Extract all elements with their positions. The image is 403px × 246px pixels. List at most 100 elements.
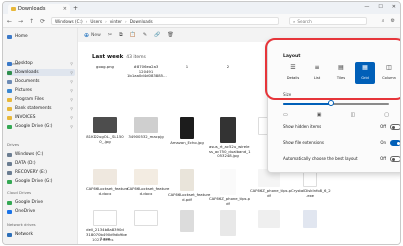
refresh-icon[interactable]: ⟳ [40,18,45,25]
file-item[interactable]: 1 [168,63,206,70]
group-header: Last week 43 items [92,54,146,60]
close-tab-icon[interactable]: × [63,6,67,12]
file-item[interactable]: CAF66Z_phone_tips.p df [209,169,250,206]
search-input[interactable]: ⌕ Search [289,17,367,25]
delete-icon[interactable]: 🗑 [167,32,173,38]
copy-icon[interactable]: ⧉ [119,32,123,38]
pin-icon: ⚲ [70,61,73,66]
sidebar-item[interactable]: Google Drive (G:) ⚲ [7,123,75,130]
sidebar-item[interactable]: Program Files ⚲ [7,96,75,103]
paste-icon[interactable]: 📋 [130,32,136,38]
large-size-icon[interactable]: ◫ [351,112,356,118]
chevron-right-icon: › [125,18,127,24]
sidebar-item[interactable]: Home [7,33,75,40]
pin-icon: ⚲ [70,79,73,84]
forward-icon[interactable]: → [18,18,23,25]
file-item[interactable] [168,210,206,234]
folder-icon [7,179,12,184]
breadcrumb-item[interactable]: Users [90,19,102,24]
size-icons: ▭ ▣ ◫ ▢ [283,112,389,118]
gear-icon[interactable]: ⚙ [391,18,395,24]
medium-size-icon[interactable]: ▣ [317,112,322,118]
pin-icon: ⚲ [70,88,73,93]
sidebar-item[interactable]: Bank statements ⚲ [7,105,75,112]
sidebar-item[interactable]: INVOICES ⚲ [7,114,75,121]
file-item[interactable] [250,210,288,230]
file-item[interactable]: CAF66Lockset_feature d.docx [127,169,169,196]
new-button[interactable]: ⊕ New [84,32,101,39]
cut-icon[interactable]: ✂ [108,32,112,38]
chevron-right-icon: › [85,18,88,24]
up-icon[interactable]: ↑ [29,18,34,25]
sidebar-item-label: INVOICES [15,115,36,120]
search-icon[interactable]: ⌕ [382,18,385,24]
breadcrumb-item[interactable]: Windows (C:) [55,19,83,24]
sidebar-item[interactable]: DATA (D:) [7,160,75,167]
file-item[interactable]: asus_rt_ac52u_wirele ss_ac750_dualband_1… [209,117,250,159]
pin-icon: ⚲ [70,106,73,111]
breadcrumb-item[interactable]: Downloads [130,19,153,24]
sidebar-item[interactable]: RECOVERY (E:) [7,169,75,176]
breadcrumb-item[interactable]: vinter [110,19,122,24]
toggle-switch[interactable] [390,123,400,130]
close-icon[interactable]: ✕ [392,4,396,10]
toggle-switch[interactable] [390,139,400,146]
maximize-icon[interactable]: ☐ [378,4,382,10]
file-name: dell_2134b8a8390d 318070b490d9db9be 3.ex… [86,227,127,242]
sidebar-item[interactable]: Network [7,231,75,238]
file-name: CAF66Lockset_feature d.pdf [168,192,211,202]
file-item[interactable]: 81KD2ugOL._SL150 0_.jpg [86,117,124,144]
sidebar-item[interactable]: Windows (C:) [7,151,75,158]
size-slider[interactable] [283,100,389,106]
sidebar-item-label: RECOVERY (E:) [15,170,47,175]
breadcrumb[interactable]: Windows (C:) › Users › vinter › Download… [51,17,279,25]
file-item[interactable]: CAF66Z_phone_tips.p df [250,169,291,198]
slider-thumb[interactable] [327,100,334,106]
setting-label: Show hidden items [283,124,322,129]
file-name: goog.png [96,64,114,69]
file-item[interactable] [291,210,329,230]
sidebar-item[interactable]: Desktop ⚲ [7,60,75,67]
file-thumbnail [93,169,117,185]
file-item[interactable]: Amazon_Echo.jpg [168,117,206,146]
file-item[interactable]: goog.png [86,63,124,70]
sidebar-item[interactable]: OneDrive [7,208,75,215]
small-size-icon[interactable]: ▭ [283,112,288,118]
file-item[interactable]: 34900532_macpjg [127,117,165,140]
file-thumbnail [134,210,158,226]
title-bar: Downloads × + — ☐ ✕ [3,2,400,14]
file-thumbnail [134,117,158,133]
minimize-icon[interactable]: — [364,4,369,10]
toggle-switch[interactable] [390,155,400,162]
sidebar-item-label: Bank statements [15,106,52,111]
sidebar-item[interactable]: Downloads ⚲ [7,69,75,76]
pin-icon: ⚲ [70,115,73,120]
new-tab-button[interactable]: + [73,5,78,12]
file-item[interactable]: CAF66Lockset_feature d.docx [86,169,128,196]
file-name: 1 [185,64,189,69]
folder-icon [7,161,12,166]
file-thumbnail [93,210,117,226]
file-item[interactable] [209,210,247,238]
file-item[interactable]: dell_2134b8a8390d 318070b490d9db9be 3.ex… [86,210,127,242]
file-item[interactable] [127,210,165,228]
share-icon[interactable]: 🔗 [154,32,160,38]
sidebar-item[interactable]: Documents ⚲ [7,78,75,85]
pin-icon: ⚲ [70,124,73,129]
section-network: Network drives [7,222,36,227]
folder-icon [7,97,12,102]
file-item[interactable]: CAF66Lockset_feature d.pdf [168,169,211,202]
file-item[interactable]: 2 [209,63,247,70]
sidebar-item[interactable]: Pictures ⚲ [7,87,75,94]
extra-large-size-icon[interactable]: ▢ [384,112,389,118]
highlight-box [265,38,400,100]
rename-icon[interactable]: ✎ [143,32,147,38]
folder-icon [7,200,12,205]
sidebar-item[interactable]: Google Drive [7,199,75,206]
file-item[interactable]: CrystalDiskInfo8_6_2 .exe [291,169,331,198]
back-icon[interactable]: ← [7,18,12,25]
address-right-icons: ⌕ ⚙ [382,18,395,24]
sidebar-item[interactable]: Google Drive (G:) [7,178,75,185]
tab-downloads[interactable]: Downloads × [8,4,70,14]
file-item[interactable]: #8706ea2a3 120491 1b1aa0d4d083885... [127,63,167,79]
